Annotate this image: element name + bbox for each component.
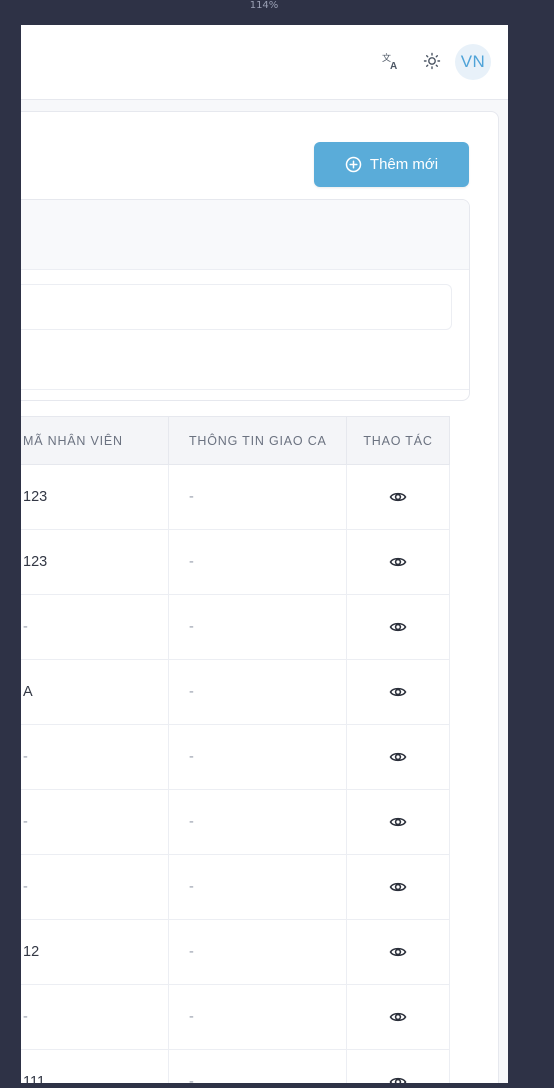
zoom-level: 114% bbox=[249, 0, 279, 11]
cell-ma-nhan-vien: - bbox=[21, 789, 169, 855]
filter-header bbox=[21, 200, 469, 270]
table-row: 123- bbox=[21, 464, 450, 530]
cell-actions bbox=[346, 919, 450, 985]
cell-actions bbox=[346, 659, 450, 725]
table-header-row: MÃ NHÂN VIÊN THÔNG TIN GIAO CA THAO TÁC bbox=[21, 416, 450, 465]
eye-icon[interactable] bbox=[389, 943, 407, 961]
cell-thong-tin-giao-ca: - bbox=[168, 594, 347, 660]
cell-thong-tin-giao-ca: - bbox=[168, 919, 347, 985]
shift-table: MÃ NHÂN VIÊN THÔNG TIN GIAO CA THAO TÁC … bbox=[21, 416, 450, 1083]
cell-actions bbox=[346, 1049, 450, 1083]
cell-actions bbox=[346, 594, 450, 660]
eye-icon[interactable] bbox=[389, 1008, 407, 1026]
add-new-label: Thêm mới bbox=[369, 156, 439, 173]
eye-icon[interactable] bbox=[389, 813, 407, 831]
cell-actions bbox=[346, 724, 450, 790]
topbar: 文 A VN bbox=[21, 25, 508, 100]
cell-ma-nhan-vien: 123 bbox=[21, 529, 169, 595]
cell-thong-tin-giao-ca: - bbox=[168, 789, 347, 855]
cell-actions bbox=[346, 464, 450, 530]
plus-circle-icon bbox=[345, 156, 362, 173]
cell-ma-nhan-vien: 123 bbox=[21, 464, 169, 530]
table-row: 12- bbox=[21, 919, 450, 985]
column-header-ma-nhan-vien[interactable]: MÃ NHÂN VIÊN bbox=[21, 416, 169, 465]
eye-icon[interactable] bbox=[389, 878, 407, 896]
filter-divider bbox=[21, 389, 469, 390]
table-row: 123- bbox=[21, 529, 450, 595]
app-window: 文 A VN Thêm mới MÃ NHÂN VIÊN THÔNG TIN G… bbox=[21, 25, 508, 1083]
table-row: -- bbox=[21, 854, 450, 920]
cell-actions bbox=[346, 789, 450, 855]
cell-ma-nhan-vien: - bbox=[21, 854, 169, 920]
cell-ma-nhan-vien: A bbox=[21, 659, 169, 725]
eye-icon[interactable] bbox=[389, 553, 407, 571]
cell-ma-nhan-vien: 111 bbox=[21, 1049, 169, 1083]
eye-icon[interactable] bbox=[389, 683, 407, 701]
table-row: A- bbox=[21, 659, 450, 725]
svg-text:A: A bbox=[390, 61, 397, 71]
filter-panel bbox=[21, 199, 470, 401]
cell-thong-tin-giao-ca: - bbox=[168, 724, 347, 790]
cell-actions bbox=[346, 529, 450, 595]
filter-input[interactable] bbox=[21, 284, 452, 330]
avatar[interactable]: VN bbox=[455, 44, 491, 80]
cell-ma-nhan-vien: 12 bbox=[21, 919, 169, 985]
add-new-button[interactable]: Thêm mới bbox=[314, 142, 469, 187]
cell-thong-tin-giao-ca: - bbox=[168, 1049, 347, 1083]
sun-icon[interactable] bbox=[422, 51, 442, 71]
cell-thong-tin-giao-ca: - bbox=[168, 529, 347, 595]
content-card: Thêm mới MÃ NHÂN VIÊN THÔNG TIN GIAO CA … bbox=[21, 111, 499, 1083]
cell-thong-tin-giao-ca: - bbox=[168, 854, 347, 920]
eye-icon[interactable] bbox=[389, 1073, 407, 1083]
table-row: -- bbox=[21, 724, 450, 790]
translate-icon[interactable]: 文 A bbox=[381, 51, 401, 71]
column-header-thao-tac: THAO TÁC bbox=[346, 416, 450, 465]
table-row: 111- bbox=[21, 1049, 450, 1083]
table-row: -- bbox=[21, 789, 450, 855]
column-header-thong-tin-giao-ca[interactable]: THÔNG TIN GIAO CA bbox=[168, 416, 347, 465]
cell-actions bbox=[346, 854, 450, 920]
table-row: -- bbox=[21, 594, 450, 660]
eye-icon[interactable] bbox=[389, 488, 407, 506]
cell-thong-tin-giao-ca: - bbox=[168, 659, 347, 725]
cell-actions bbox=[346, 984, 450, 1050]
table-row: -- bbox=[21, 984, 450, 1050]
cell-thong-tin-giao-ca: - bbox=[168, 984, 347, 1050]
cell-ma-nhan-vien: - bbox=[21, 594, 169, 660]
cell-thong-tin-giao-ca: - bbox=[168, 464, 347, 530]
eye-icon[interactable] bbox=[389, 618, 407, 636]
cell-ma-nhan-vien: - bbox=[21, 724, 169, 790]
cell-ma-nhan-vien: - bbox=[21, 984, 169, 1050]
eye-icon[interactable] bbox=[389, 748, 407, 766]
